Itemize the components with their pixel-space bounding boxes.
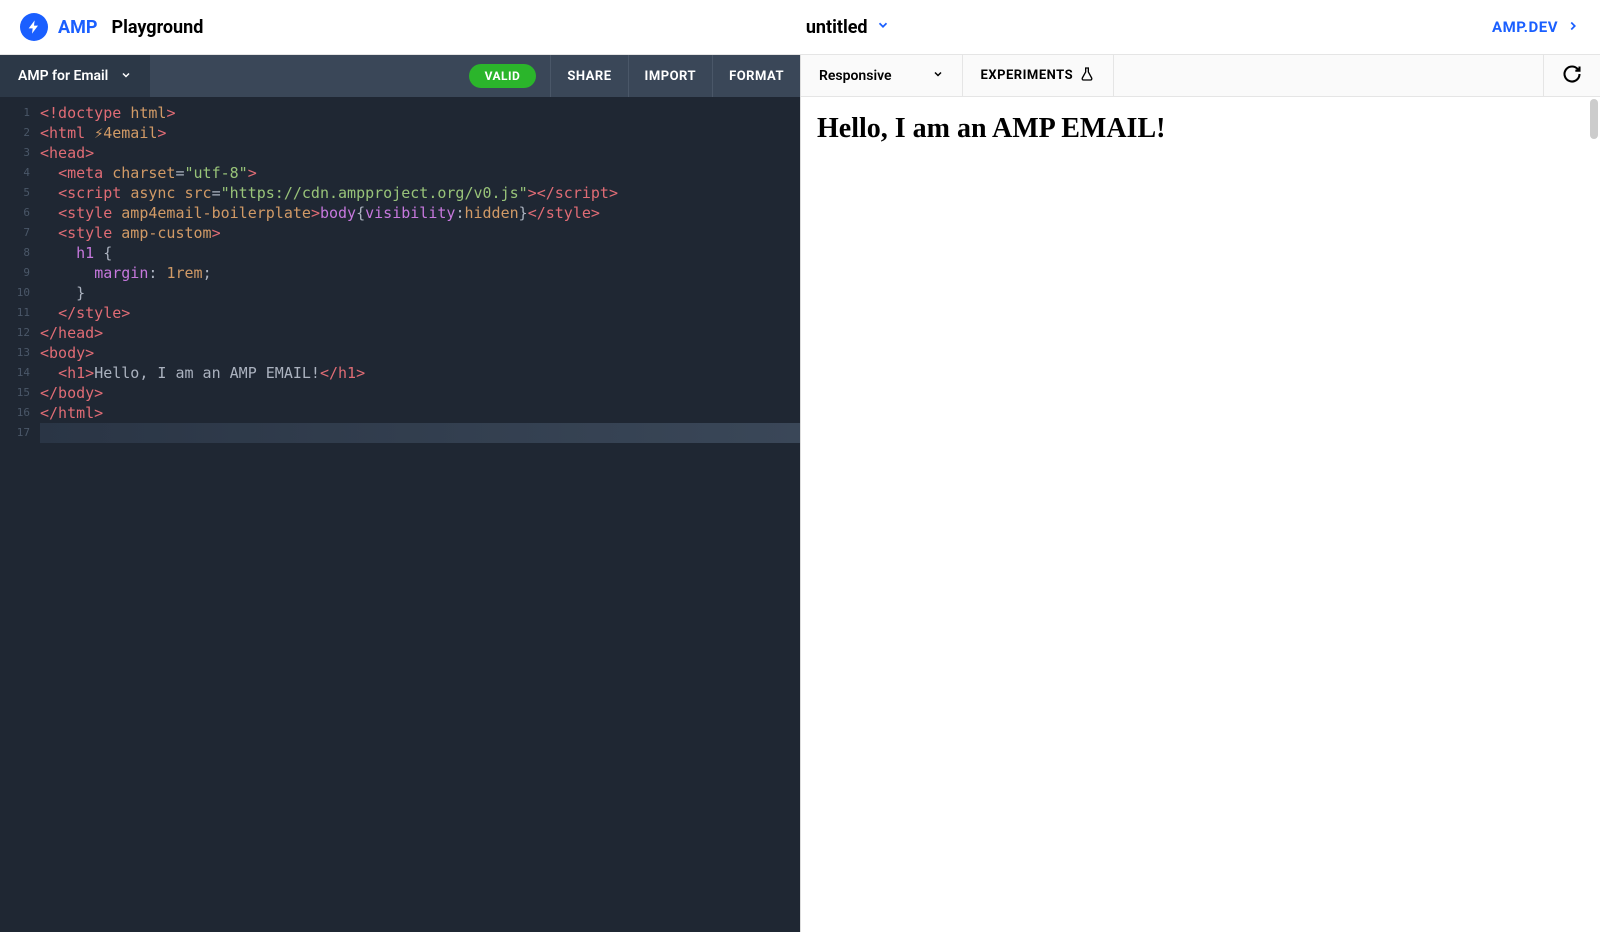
import-button[interactable]: IMPORT (628, 55, 713, 97)
line-number: 16 (0, 403, 40, 423)
header: AMP Playground untitled AMP.DEV (0, 0, 1600, 55)
line-number: 14 (0, 363, 40, 383)
code-editor[interactable]: 1<!doctype html>2<html ⚡4email>3<head>4 … (0, 97, 800, 932)
code-line[interactable]: 5 <script async src="https://cdn.ampproj… (0, 183, 800, 203)
line-number: 5 (0, 183, 40, 203)
refresh-icon (1562, 64, 1582, 88)
scrollbar-thumb[interactable] (1590, 99, 1598, 139)
brand-amp: AMP (58, 17, 97, 38)
code-line[interactable]: 2<html ⚡4email> (0, 123, 800, 143)
line-number: 6 (0, 203, 40, 223)
code-line[interactable]: 6 <style amp4email-boilerplate>body{visi… (0, 203, 800, 223)
code-content[interactable]: <meta charset="utf-8"> (40, 163, 800, 183)
amp-logo-icon (20, 13, 48, 41)
editor-toolbar: AMP for Email VALID SHARE IMPORT FORMAT (0, 55, 800, 97)
code-content[interactable]: <style amp-custom> (40, 223, 800, 243)
code-line[interactable]: 12</head> (0, 323, 800, 343)
code-line[interactable]: 7 <style amp-custom> (0, 223, 800, 243)
brand-playground: Playground (111, 17, 203, 38)
code-content[interactable]: </body> (40, 383, 800, 403)
preview-toolbar: Responsive EXPERIMENTS (801, 55, 1600, 97)
code-content[interactable]: h1 { (40, 243, 800, 263)
line-number: 11 (0, 303, 40, 323)
line-number: 1 (0, 103, 40, 123)
code-line[interactable]: 8 h1 { (0, 243, 800, 263)
chevron-down-icon (120, 69, 132, 84)
code-content[interactable]: <script async src="https://cdn.ampprojec… (40, 183, 800, 203)
code-line[interactable]: 14 <h1>Hello, I am an AMP EMAIL!</h1> (0, 363, 800, 383)
chevron-right-icon (1566, 18, 1580, 37)
doc-title-area[interactable]: untitled (203, 17, 1492, 38)
preview-panel: Responsive EXPERIMENTS Hello, I am an AM… (800, 55, 1600, 932)
logo-area: AMP Playground (20, 13, 203, 41)
line-number: 3 (0, 143, 40, 163)
code-line[interactable]: 15</body> (0, 383, 800, 403)
amp-dev-link-label: AMP.DEV (1492, 18, 1558, 36)
refresh-button[interactable] (1543, 55, 1600, 96)
chevron-down-icon (932, 68, 944, 84)
code-line[interactable]: 16</html> (0, 403, 800, 423)
code-content[interactable]: <style amp4email-boilerplate>body{visibi… (40, 203, 800, 223)
amp-dev-link[interactable]: AMP.DEV (1492, 18, 1580, 37)
line-number: 17 (0, 423, 40, 443)
code-content[interactable]: <h1>Hello, I am an AMP EMAIL!</h1> (40, 363, 800, 383)
code-line[interactable]: 1<!doctype html> (0, 103, 800, 123)
line-number: 2 (0, 123, 40, 143)
line-number: 10 (0, 283, 40, 303)
code-content[interactable]: </html> (40, 403, 800, 423)
code-line[interactable]: 13<body> (0, 343, 800, 363)
code-line[interactable]: 9 margin: 1rem; (0, 263, 800, 283)
code-content[interactable]: <!doctype html> (40, 103, 800, 123)
flask-icon (1079, 66, 1095, 86)
doc-title: untitled (806, 17, 868, 38)
code-content[interactable]: <body> (40, 343, 800, 363)
line-number: 15 (0, 383, 40, 403)
code-line[interactable]: 3<head> (0, 143, 800, 163)
valid-badge[interactable]: VALID (469, 64, 537, 88)
code-content[interactable]: } (40, 283, 800, 303)
line-number: 9 (0, 263, 40, 283)
experiments-label: EXPERIMENTS (981, 68, 1074, 83)
code-content[interactable]: </head> (40, 323, 800, 343)
chevron-down-icon (876, 18, 890, 36)
code-line[interactable]: 4 <meta charset="utf-8"> (0, 163, 800, 183)
code-line[interactable]: 11 </style> (0, 303, 800, 323)
experiments-button[interactable]: EXPERIMENTS (963, 55, 1115, 96)
code-content[interactable]: margin: 1rem; (40, 263, 800, 283)
code-content[interactable]: </style> (40, 303, 800, 323)
line-number: 7 (0, 223, 40, 243)
editor-panel: AMP for Email VALID SHARE IMPORT FORMAT … (0, 55, 800, 932)
format-button[interactable]: FORMAT (712, 55, 800, 97)
preview-heading: Hello, I am an AMP EMAIL! (817, 113, 1584, 145)
viewport-selector-label: Responsive (819, 68, 892, 84)
code-content[interactable] (40, 423, 800, 443)
line-number: 13 (0, 343, 40, 363)
code-content[interactable]: <head> (40, 143, 800, 163)
viewport-selector[interactable]: Responsive (801, 55, 963, 96)
line-number: 12 (0, 323, 40, 343)
format-selector[interactable]: AMP for Email (0, 55, 150, 97)
main: AMP for Email VALID SHARE IMPORT FORMAT … (0, 55, 1600, 932)
line-number: 4 (0, 163, 40, 183)
preview-content: Hello, I am an AMP EMAIL! (801, 97, 1600, 932)
line-number: 8 (0, 243, 40, 263)
format-selector-label: AMP for Email (18, 68, 108, 84)
code-line[interactable]: 10 } (0, 283, 800, 303)
share-button[interactable]: SHARE (550, 55, 627, 97)
code-content[interactable]: <html ⚡4email> (40, 123, 800, 143)
code-line[interactable]: 17 (0, 423, 800, 443)
